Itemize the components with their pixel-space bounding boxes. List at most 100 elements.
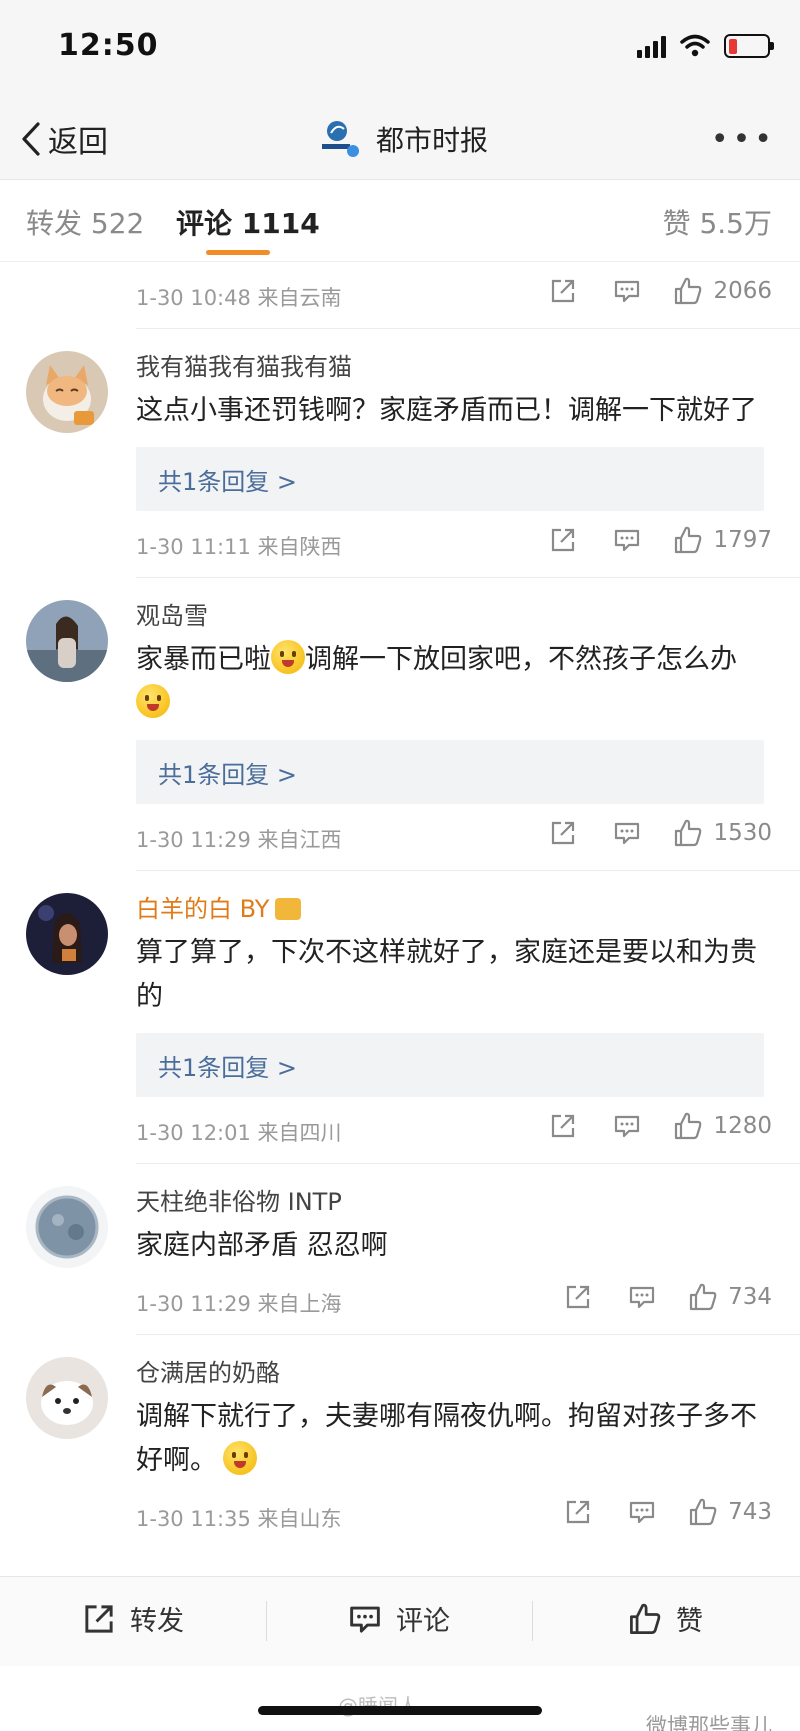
repost-button[interactable]: 转发 xyxy=(82,1599,184,1638)
comment-meta-text: 1-30 11:29 来自江西 xyxy=(136,828,342,852)
avatar[interactable] xyxy=(26,600,108,682)
signal-icon xyxy=(637,34,666,58)
comment-text-part: 调解一下放回家吧，不然孩子怎么办 xyxy=(305,644,737,675)
comment-actions: 734 xyxy=(564,1282,772,1312)
comment-text: 这点小事还罚钱啊？家庭矛盾而已！调解一下就好了 xyxy=(136,395,757,426)
comment-username[interactable]: 仓满居的奶酪 xyxy=(136,1335,764,1389)
like-button[interactable]: 1280 xyxy=(673,1111,772,1141)
comment-meta: 1-30 10:48 来自云南 2066 xyxy=(0,262,800,328)
share-icon[interactable] xyxy=(564,1498,592,1526)
account-logo-icon xyxy=(322,121,359,157)
comment-meta-text: 1-30 12:01 来自四川 xyxy=(136,1121,342,1145)
wifi-icon xyxy=(680,34,710,57)
laugh-emoji-icon xyxy=(271,640,305,674)
comment-actions: 743 xyxy=(564,1497,772,1527)
avatar[interactable] xyxy=(26,1186,108,1268)
comment-icon[interactable] xyxy=(613,1112,641,1140)
share-icon[interactable] xyxy=(549,819,577,847)
comment-icon[interactable] xyxy=(613,819,641,847)
view-replies-button[interactable]: 共1条回复 > xyxy=(136,1033,764,1097)
tab-likes[interactable]: 赞 5.5万 xyxy=(663,202,772,242)
like-count: 2066 xyxy=(713,278,772,304)
thumbs-up-icon xyxy=(689,1498,717,1526)
more-menu-icon[interactable]: ••• xyxy=(711,122,776,157)
share-icon[interactable] xyxy=(564,1283,592,1311)
home-indicator[interactable] xyxy=(258,1706,542,1715)
thumbs-up-icon xyxy=(689,1283,717,1311)
share-icon[interactable] xyxy=(549,526,577,554)
comment-meta: 1-30 11:29 来自上海 734 xyxy=(0,1268,800,1334)
tab-repost[interactable]: 转发 522 xyxy=(26,202,144,242)
like-count: 734 xyxy=(728,1284,772,1310)
comment-username-text: 白羊的白 BY xyxy=(136,895,270,923)
comment-meta-text: 1-30 10:48 来自云南 xyxy=(136,286,342,310)
thumbs-up-icon xyxy=(675,526,702,554)
laugh-emoji-icon xyxy=(136,684,170,718)
comment-actions: 1280 xyxy=(549,1111,772,1141)
doge-emoji-icon xyxy=(223,1441,257,1475)
comment-actions: 2066 xyxy=(549,276,772,306)
comment-text-part: 家暴而已啦 xyxy=(136,644,271,675)
comment-username[interactable]: 观岛雪 xyxy=(136,578,764,632)
view-replies-button[interactable]: 共1条回复 > xyxy=(136,740,764,804)
comment-icon[interactable] xyxy=(613,526,641,554)
comment-label: 评论 xyxy=(396,1606,450,1637)
status-bar: 12:50 xyxy=(0,0,800,100)
comment-text: 家暴而已啦 调解一下放回家吧，不然孩子怎么办 xyxy=(136,638,764,726)
comment-item: 天柱绝非俗物 INTP 家庭内部矛盾 忍忍啊 1-30 11:29 来自上海 7… xyxy=(26,1163,800,1334)
comment-button[interactable]: 评论 xyxy=(348,1599,450,1638)
status-icons xyxy=(637,34,774,58)
tab-comments[interactable]: 评论 1114 xyxy=(176,202,320,242)
active-tab-indicator xyxy=(206,250,270,255)
comment-text: 调解下就行了，夫妻哪有隔夜仇啊。拘留对孩子多不好啊。 xyxy=(136,1395,764,1483)
like-button[interactable]: 743 xyxy=(688,1497,772,1527)
back-label: 返回 xyxy=(48,125,108,160)
comment-username[interactable]: 白羊的白 BY xyxy=(136,871,764,925)
back-button[interactable]: 返回 xyxy=(20,114,108,164)
nav-bar: 返回 都市时报 ••• xyxy=(0,100,800,180)
comment-meta-text: 1-30 11:11 来自陕西 xyxy=(136,535,342,559)
tab-bar: 转发 522 评论 1114 赞 5.5万 xyxy=(0,180,800,262)
like-count: 743 xyxy=(728,1499,772,1525)
comment-item: 白羊的白 BY 算了算了，下次不这样就好了，家庭还是要以和为贵的 共1条回复 >… xyxy=(26,870,800,1163)
like-button[interactable]: 1530 xyxy=(673,818,772,848)
comment-meta: 1-30 11:29 来自江西 1530 xyxy=(0,804,800,870)
comment-icon[interactable] xyxy=(613,277,641,305)
thumbs-up-icon xyxy=(675,277,702,305)
like-button[interactable]: 734 xyxy=(688,1282,772,1312)
like-button[interactable]: 2066 xyxy=(673,276,772,306)
comment-meta: 1-30 12:01 来自四川 1280 xyxy=(0,1097,800,1163)
view-replies-button[interactable]: 共1条回复 > xyxy=(136,447,764,511)
comment-icon xyxy=(350,1606,380,1633)
comment-item: 仓满居的奶酪 调解下就行了，夫妻哪有隔夜仇啊。拘留对孩子多不好啊。 1-30 1… xyxy=(26,1334,800,1549)
avatar[interactable] xyxy=(26,893,108,975)
vip-crown-icon xyxy=(275,898,302,920)
battery-icon xyxy=(724,34,774,58)
share-icon[interactable] xyxy=(549,277,577,305)
comment-icon[interactable] xyxy=(628,1283,656,1311)
divider xyxy=(266,1601,267,1641)
thumbs-up-icon xyxy=(675,819,702,847)
share-icon[interactable] xyxy=(549,1112,577,1140)
bottom-action-bar: 转发 评论 赞 xyxy=(0,1576,800,1666)
comment-actions: 1530 xyxy=(549,818,772,848)
avatar[interactable] xyxy=(26,1357,108,1439)
divider xyxy=(532,1601,533,1641)
avatar[interactable] xyxy=(26,351,108,433)
comment-username[interactable]: 天柱绝非俗物 INTP xyxy=(136,1164,764,1218)
comment-meta-text: 1-30 11:35 来自山东 xyxy=(136,1507,342,1531)
comment-meta-text: 1-30 11:29 来自上海 xyxy=(136,1292,342,1316)
thumbs-up-icon xyxy=(630,1603,661,1634)
watermark-right: 微博那些事儿 xyxy=(646,1714,772,1731)
like-count: 1280 xyxy=(713,1113,772,1139)
comment-username[interactable]: 我有猫我有猫我有猫 xyxy=(136,329,764,383)
thumbs-up-icon xyxy=(675,1112,702,1140)
comment-icon[interactable] xyxy=(628,1498,656,1526)
like-button[interactable]: 1797 xyxy=(673,525,772,555)
like-post-button[interactable]: 赞 xyxy=(628,1599,703,1638)
comment-meta: 1-30 11:11 来自陕西 1797 xyxy=(0,511,800,577)
repost-label: 转发 xyxy=(130,1606,184,1637)
comment-item: 我有猫我有猫我有猫 这点小事还罚钱啊？家庭矛盾而已！调解一下就好了 共1条回复 … xyxy=(26,328,800,577)
nav-title[interactable]: 都市时报 xyxy=(320,114,488,164)
comment-meta: 1-30 11:35 来自山东 743 xyxy=(0,1483,800,1549)
